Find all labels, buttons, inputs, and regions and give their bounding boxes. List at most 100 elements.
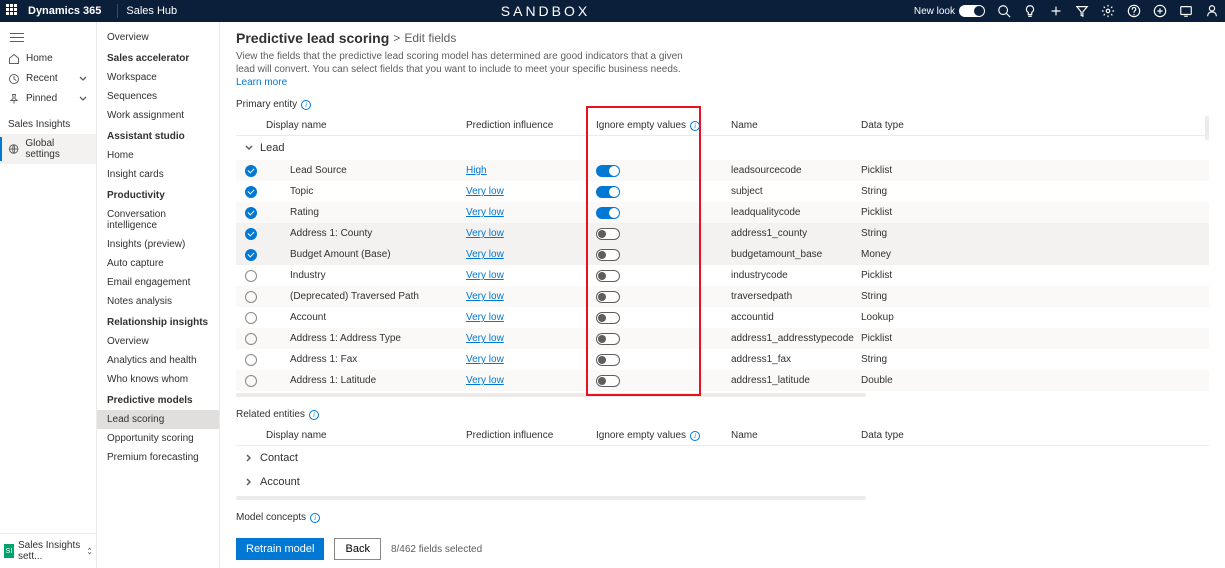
table-row: AccountVery lowaccountidLookup: [236, 307, 1209, 328]
back-button[interactable]: Back: [334, 538, 380, 560]
row-checkbox[interactable]: [245, 249, 257, 261]
app-launcher-icon[interactable]: [6, 4, 20, 18]
sidebar-item-conversation-intelligence[interactable]: Conversation intelligence: [97, 205, 219, 235]
group-account[interactable]: Account: [236, 470, 1209, 494]
ignore-toggle[interactable]: [596, 375, 620, 387]
row-checkbox[interactable]: [245, 186, 257, 198]
prediction-link[interactable]: Very low: [466, 207, 504, 218]
table-header: Display name Prediction influence Ignore…: [236, 116, 1209, 136]
lightbulb-icon[interactable]: [1023, 4, 1037, 18]
table-row: Address 1: FaxVery lowaddress1_faxString: [236, 349, 1209, 370]
cell-name: address1_addresstypecode: [731, 333, 861, 344]
rail-item-pinned[interactable]: Pinned: [0, 89, 96, 109]
cell-name: traversedpath: [731, 291, 861, 302]
rail-item-home[interactable]: Home: [0, 49, 96, 69]
ignore-toggle[interactable]: [596, 186, 620, 198]
ignore-toggle[interactable]: [596, 291, 620, 303]
sidebar-item-workspace[interactable]: Workspace: [97, 68, 219, 87]
prediction-link[interactable]: Very low: [466, 354, 504, 365]
sidebar-item-sequences[interactable]: Sequences: [97, 87, 219, 106]
scrollbar[interactable]: [1205, 116, 1209, 140]
sidebar-item-opportunity-scoring[interactable]: Opportunity scoring: [97, 429, 219, 448]
prediction-link[interactable]: Very low: [466, 375, 504, 386]
sidebar-item-overview[interactable]: Overview: [97, 332, 219, 351]
prediction-link[interactable]: Very low: [466, 186, 504, 197]
home-icon: [8, 53, 20, 65]
row-checkbox[interactable]: [245, 333, 257, 345]
sidebar-item-auto-capture[interactable]: Auto capture: [97, 254, 219, 273]
sidebar-item-analytics-and-health[interactable]: Analytics and health: [97, 351, 219, 370]
rail-item-recent[interactable]: Recent: [0, 69, 96, 89]
rail-footer[interactable]: SI Sales Insights sett...: [0, 533, 97, 568]
col-name: Name: [731, 430, 861, 441]
chevron-right-icon: [244, 453, 254, 463]
filter-icon[interactable]: [1075, 4, 1089, 18]
hub-label[interactable]: Sales Hub: [126, 5, 177, 17]
prediction-link[interactable]: Very low: [466, 312, 504, 323]
group-contact[interactable]: Contact: [236, 446, 1209, 470]
ignore-toggle[interactable]: [596, 354, 620, 366]
hamburger-icon[interactable]: [0, 26, 96, 49]
row-checkbox[interactable]: [245, 270, 257, 282]
cell-name: leadsourcecode: [731, 165, 861, 176]
row-checkbox[interactable]: [245, 312, 257, 324]
screen-icon[interactable]: [1179, 4, 1193, 18]
ignore-toggle[interactable]: [596, 270, 620, 282]
info-icon[interactable]: i: [310, 513, 320, 523]
person-icon[interactable]: [1205, 4, 1219, 18]
prediction-link[interactable]: Very low: [466, 249, 504, 260]
ignore-toggle[interactable]: [596, 249, 620, 261]
ignore-toggle[interactable]: [596, 333, 620, 345]
info-icon[interactable]: i: [301, 100, 311, 110]
ignore-toggle[interactable]: [596, 207, 620, 219]
table-row: Lead SourceHighleadsourcecodePicklist: [236, 160, 1209, 181]
retrain-button[interactable]: Retrain model: [236, 538, 324, 560]
plus-icon[interactable]: [1049, 4, 1063, 18]
sidebar-item-premium-forecasting[interactable]: Premium forecasting: [97, 448, 219, 467]
h-scrollbar[interactable]: [236, 393, 866, 397]
sidebar-item-who-knows-whom[interactable]: Who knows whom: [97, 370, 219, 389]
sidebar-header: Sales accelerator: [97, 47, 219, 68]
learn-more-link[interactable]: Learn more: [236, 77, 287, 88]
col-display-name: Display name: [266, 430, 466, 441]
sidebar-item-insight-cards[interactable]: Insight cards: [97, 165, 219, 184]
row-checkbox[interactable]: [245, 207, 257, 219]
ignore-toggle[interactable]: [596, 312, 620, 324]
gear-icon[interactable]: [1101, 4, 1115, 18]
help-icon[interactable]: [1127, 4, 1141, 18]
row-checkbox[interactable]: [245, 375, 257, 387]
chevron-down-icon: [78, 74, 88, 84]
prediction-link[interactable]: High: [466, 165, 487, 176]
sidebar-header: Predictive models: [97, 389, 219, 410]
sidebar-item-overview[interactable]: Overview: [97, 28, 219, 47]
row-checkbox[interactable]: [245, 291, 257, 303]
sidebar-item-work-assignment[interactable]: Work assignment: [97, 106, 219, 125]
sidebar-item-lead-scoring[interactable]: Lead scoring: [97, 410, 219, 429]
prediction-link[interactable]: Very low: [466, 333, 504, 344]
sidebar-item-notes-analysis[interactable]: Notes analysis: [97, 292, 219, 311]
prediction-link[interactable]: Very low: [466, 291, 504, 302]
row-checkbox[interactable]: [245, 354, 257, 366]
row-checkbox[interactable]: [245, 228, 257, 240]
group-lead[interactable]: Lead: [236, 136, 1209, 160]
row-checkbox[interactable]: [245, 165, 257, 177]
cell-datatype: Picklist: [861, 270, 941, 281]
table-row: Budget Amount (Base)Very lowbudgetamount…: [236, 244, 1209, 265]
rail-global-settings[interactable]: Global settings: [0, 134, 96, 164]
prediction-link[interactable]: Very low: [466, 228, 504, 239]
sidebar-item-home[interactable]: Home: [97, 146, 219, 165]
ignore-toggle[interactable]: [596, 228, 620, 240]
table-row: IndustryVery lowindustrycodePicklist: [236, 265, 1209, 286]
info-icon[interactable]: i: [309, 410, 319, 420]
info-icon[interactable]: i: [690, 121, 700, 131]
assistant-icon[interactable]: [1153, 4, 1167, 18]
search-icon[interactable]: [997, 4, 1011, 18]
new-look-toggle[interactable]: New look: [914, 5, 985, 17]
rail-section: Sales Insights: [0, 109, 96, 134]
ignore-toggle[interactable]: [596, 165, 620, 177]
sidebar-item-insights-preview-[interactable]: Insights (preview): [97, 235, 219, 254]
prediction-link[interactable]: Very low: [466, 270, 504, 281]
sidebar-item-email-engagement[interactable]: Email engagement: [97, 273, 219, 292]
info-icon[interactable]: i: [690, 431, 700, 441]
h-scrollbar[interactable]: [236, 496, 866, 500]
